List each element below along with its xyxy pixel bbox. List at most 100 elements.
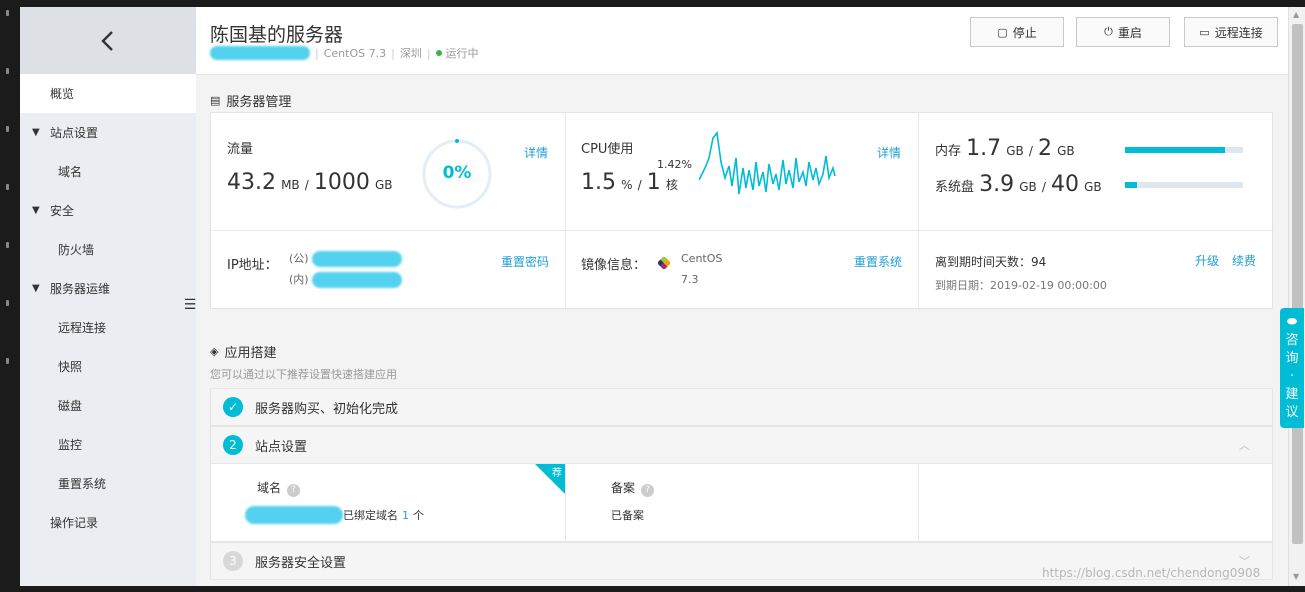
button-label: 重启 [1117,25,1142,40]
public-ip: (公) [289,250,403,267]
cpu-cores: 1 [646,170,661,195]
sidebar-group-ops[interactable]: ▼ 服务器运维 [20,269,196,308]
private-ip: (内) [289,271,403,288]
power-icon: ⏻ [1104,25,1113,38]
help-icon[interactable]: ? [641,484,655,497]
status-badge: 运行中 [445,47,479,60]
traffic-label: 流量 [227,142,254,157]
chevron-left-icon [101,30,113,51]
section-title: 服务器管理 [226,95,292,110]
cpu-sparkline [699,131,841,195]
domain-label-row: 域名? [257,479,301,497]
sidebar-item-overview[interactable]: 概览 [20,74,196,113]
status-dot-icon [435,50,442,56]
memory-used-unit: GB [1006,144,1024,158]
expiry-date: 到期日期：2019-02-19 00:00:00 [935,279,1107,292]
upgrade-link[interactable]: 升级 [1195,252,1219,269]
recommend-tag-label: 荐 [552,468,562,479]
traffic-total: 1000 [313,170,370,195]
window-bottom-edge [0,586,1305,592]
sidebar-item-label: 远程连接 [58,321,107,335]
reset-password-link[interactable]: 重置密码 [501,253,549,270]
scroll-thumb[interactable] [1292,24,1303,544]
remote-connect-button[interactable]: ▭ 远程连接 [1184,17,1278,47]
sidebar-item-disk[interactable]: 磁盘 [20,386,196,425]
sidebar-item-snapshot[interactable]: 快照 [20,347,196,386]
consult-char: 建 [1285,387,1299,402]
sidebar-group-security[interactable]: ▼ 安全 [20,191,196,230]
image-version: 7.3 [681,273,699,286]
chat-icon: ⬬ [1286,314,1298,328]
caret-down-icon: ▼ [32,127,40,138]
chevron-up-icon[interactable]: ︿ [1239,437,1250,453]
sidebar-item-operation-log[interactable]: 操作记录 [20,503,196,542]
sidebar: 概览 ▼ 站点设置 域名 ▼ 安全 防火墙 ▼ 服务器运维 远程连接 快照 磁盘 监控… [20,7,196,586]
layers-icon: ◈ [210,345,219,358]
redacted-ip [210,46,310,60]
sidebar-item-reset-system[interactable]: 重置系统 [20,464,196,503]
domain-bound-count[interactable]: 1 [402,509,409,522]
sidebar-item-label: 站点设置 [50,126,99,140]
domain-label: 域名 [257,481,282,495]
back-button[interactable] [20,7,196,74]
memory-label: 内存 [935,144,962,159]
ip-label: IP地址： [227,258,278,273]
cpu-label: CPU使用 [581,142,634,157]
reset-system-link[interactable]: 重置系统 [854,253,902,270]
consult-feedback-button[interactable]: ⬬ 咨 询 · 建 议 [1280,308,1304,428]
traffic-total-unit: GB [375,178,393,192]
memory-used: 1.7 [966,136,1002,161]
sidebar-item-monitor[interactable]: 监控 [20,425,196,464]
consult-char: · [1289,369,1295,384]
main-content: 陈国基的服务器 | CentOS 7.3 | 深圳 | 运行中 ▢ 停止 ⏻ 重启 … [196,7,1288,586]
sidebar-item-remote[interactable]: 远程连接 [20,308,196,347]
section-title: 应用搭建 [224,346,277,361]
site-settings-panel: 荐 域名? 已绑定域名 1 个 备案? 已备案 [210,463,1273,543]
step-label: 站点设置 [255,439,308,455]
traffic-detail-link[interactable]: 详情 [524,144,548,161]
sidebar-item-label: 重置系统 [58,477,107,491]
server-icon: ▤ [210,94,221,107]
caret-down-icon: ▼ [32,205,40,216]
server-stats-card: 流量 43.2 MB / 1000 GB 0% 详情 CPU使用 1.42% 1… [210,112,1274,310]
caret-down-icon: ▼ [32,283,40,294]
filing-label-row: 备案? [611,479,655,497]
step-server-purchase[interactable]: ✓ 服务器购买、初始化完成 [210,388,1273,426]
step-label: 服务器购买、初始化完成 [255,401,399,417]
cpu-detail-link[interactable]: 详情 [877,144,901,161]
filing-status: 已备案 [611,509,644,522]
domain-bound-label: 已绑定域名 [343,509,398,522]
days-to-expiry: 离到期时间天数：94 [935,255,1047,269]
sidebar-item-firewall[interactable]: 防火墙 [20,230,196,269]
memory-total: 2 [1037,136,1052,161]
renew-link[interactable]: 续费 [1232,252,1256,269]
scroll-up-icon[interactable]: ▲ [1293,10,1299,19]
button-label: 远程连接 [1214,25,1263,40]
step-site-settings[interactable]: 2 站点设置 ︿ [210,426,1273,464]
centos-logo-icon [656,254,672,271]
domain-count-unit: 个 [413,509,424,522]
restart-button[interactable]: ⏻ 重启 [1076,17,1170,47]
check-icon: ✓ [223,397,243,417]
disk-total-unit: GB [1084,180,1102,194]
scroll-down-icon[interactable]: ▼ [1293,572,1299,581]
stop-button[interactable]: ▢ 停止 [970,17,1064,47]
consult-char: 询 [1285,351,1299,366]
help-icon[interactable]: ? [287,484,301,497]
disk-used: 3.9 [979,172,1015,197]
sidebar-item-domain[interactable]: 域名 [20,152,196,191]
step-number: 2 [223,435,243,455]
traffic-percent: 0% [442,163,472,183]
traffic-used-unit: MB [281,178,300,192]
consult-char: 议 [1285,405,1299,420]
scrollbar[interactable]: ▲ ▼ [1288,7,1305,586]
cpu-usage: 1.5 [581,170,616,195]
cpu-usage-unit: % [621,178,633,192]
disk-total: 40 [1050,172,1079,197]
redacted-private-ip [312,272,403,288]
page-title: 陈国基的服务器 [210,24,344,46]
sidebar-item-label: 防火墙 [58,243,95,257]
sidebar-group-site-settings[interactable]: ▼ 站点设置 [20,113,196,152]
button-label: 停止 [1012,25,1037,40]
public-ip-prefix: (公) [289,252,309,265]
